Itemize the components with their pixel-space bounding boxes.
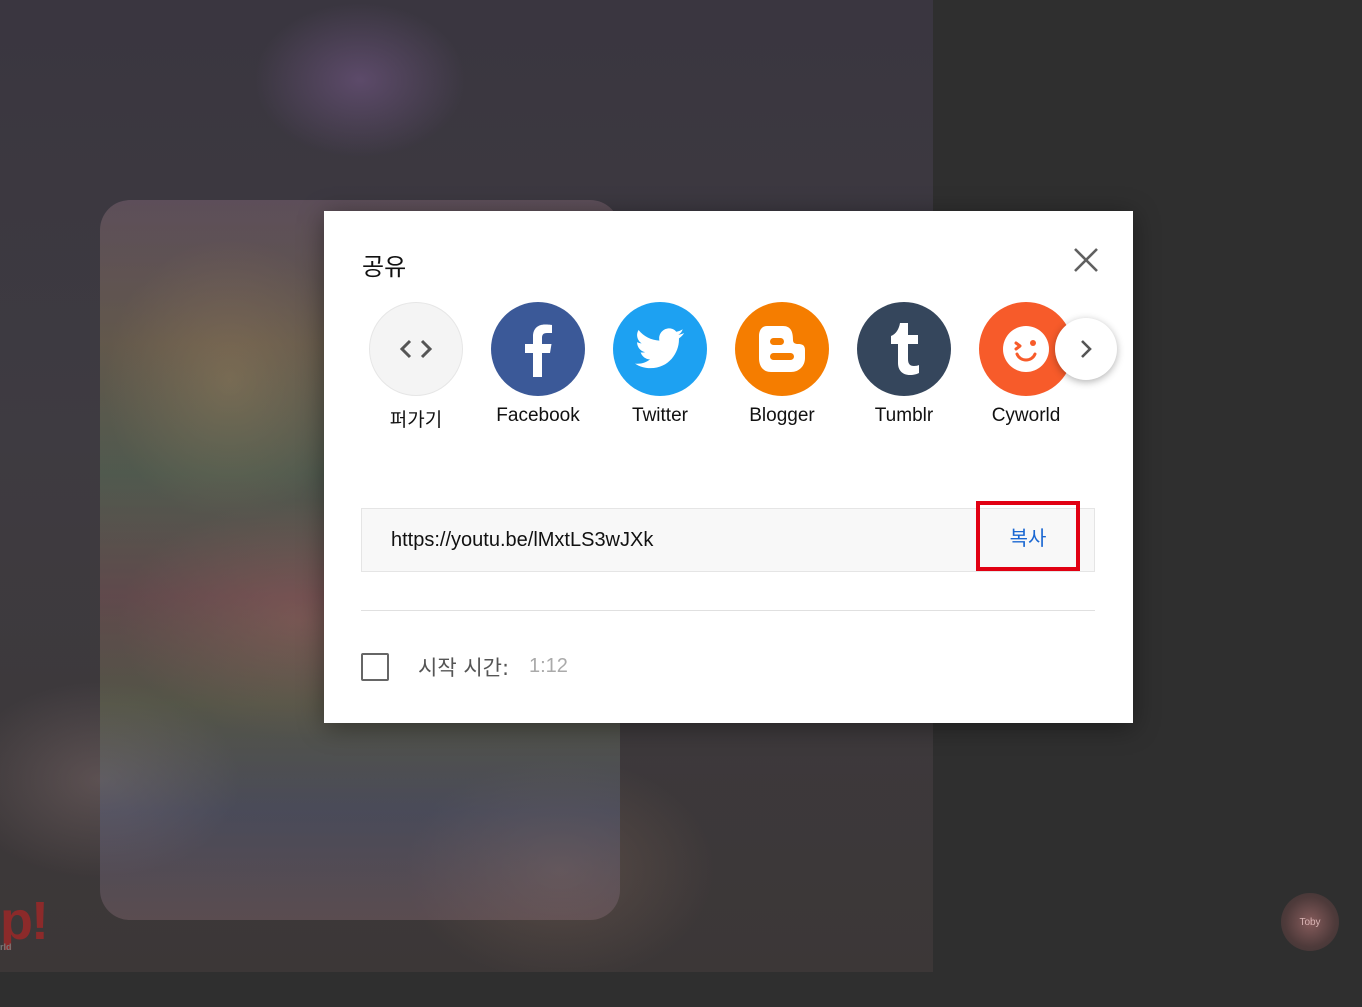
embed-icon (369, 302, 463, 396)
share-targets-row: 퍼가기 Facebook Twitter Blogger Tumblr Cywo… (324, 302, 1133, 442)
share-facebook-label: Facebook (496, 405, 580, 426)
share-embed-label: 퍼가기 (389, 410, 443, 431)
blogger-icon (735, 302, 829, 396)
share-facebook-button[interactable]: Facebook (483, 302, 593, 427)
share-cyworld-label: Cyworld (991, 405, 1061, 426)
share-dialog: 공유 퍼가기 Facebook Twitter Blogger Tumblr C… (324, 211, 1133, 723)
chevron-right-icon (1081, 340, 1092, 358)
start-time-value[interactable]: 1:12 (529, 655, 568, 678)
share-blogger-label: Blogger (749, 405, 815, 426)
copy-button[interactable]: 복사 (976, 501, 1080, 571)
close-icon (1074, 248, 1098, 272)
twitter-icon (613, 302, 707, 396)
share-url-text: https://youtu.be/lMxtLS3wJXk (391, 529, 654, 551)
start-time-checkbox[interactable] (361, 653, 389, 681)
dialog-title: 공유 (362, 253, 407, 281)
facebook-icon (491, 302, 585, 396)
channel-logo: p! rld (0, 891, 49, 952)
channel-watermark[interactable]: Toby (1281, 893, 1339, 951)
close-button[interactable] (1070, 244, 1102, 276)
share-tumblr-label: Tumblr (874, 405, 934, 426)
share-embed-button[interactable]: 퍼가기 (361, 302, 471, 432)
share-twitter-button[interactable]: Twitter (605, 302, 715, 427)
share-twitter-label: Twitter (632, 405, 688, 426)
start-time-label: 시작 시간: (418, 656, 510, 680)
divider (361, 610, 1095, 611)
start-time-row: 시작 시간: 1:12 (361, 648, 861, 688)
share-blogger-button[interactable]: Blogger (727, 302, 837, 427)
tumblr-icon (857, 302, 951, 396)
share-next-button[interactable] (1055, 318, 1117, 380)
share-tumblr-button[interactable]: Tumblr (849, 302, 959, 427)
